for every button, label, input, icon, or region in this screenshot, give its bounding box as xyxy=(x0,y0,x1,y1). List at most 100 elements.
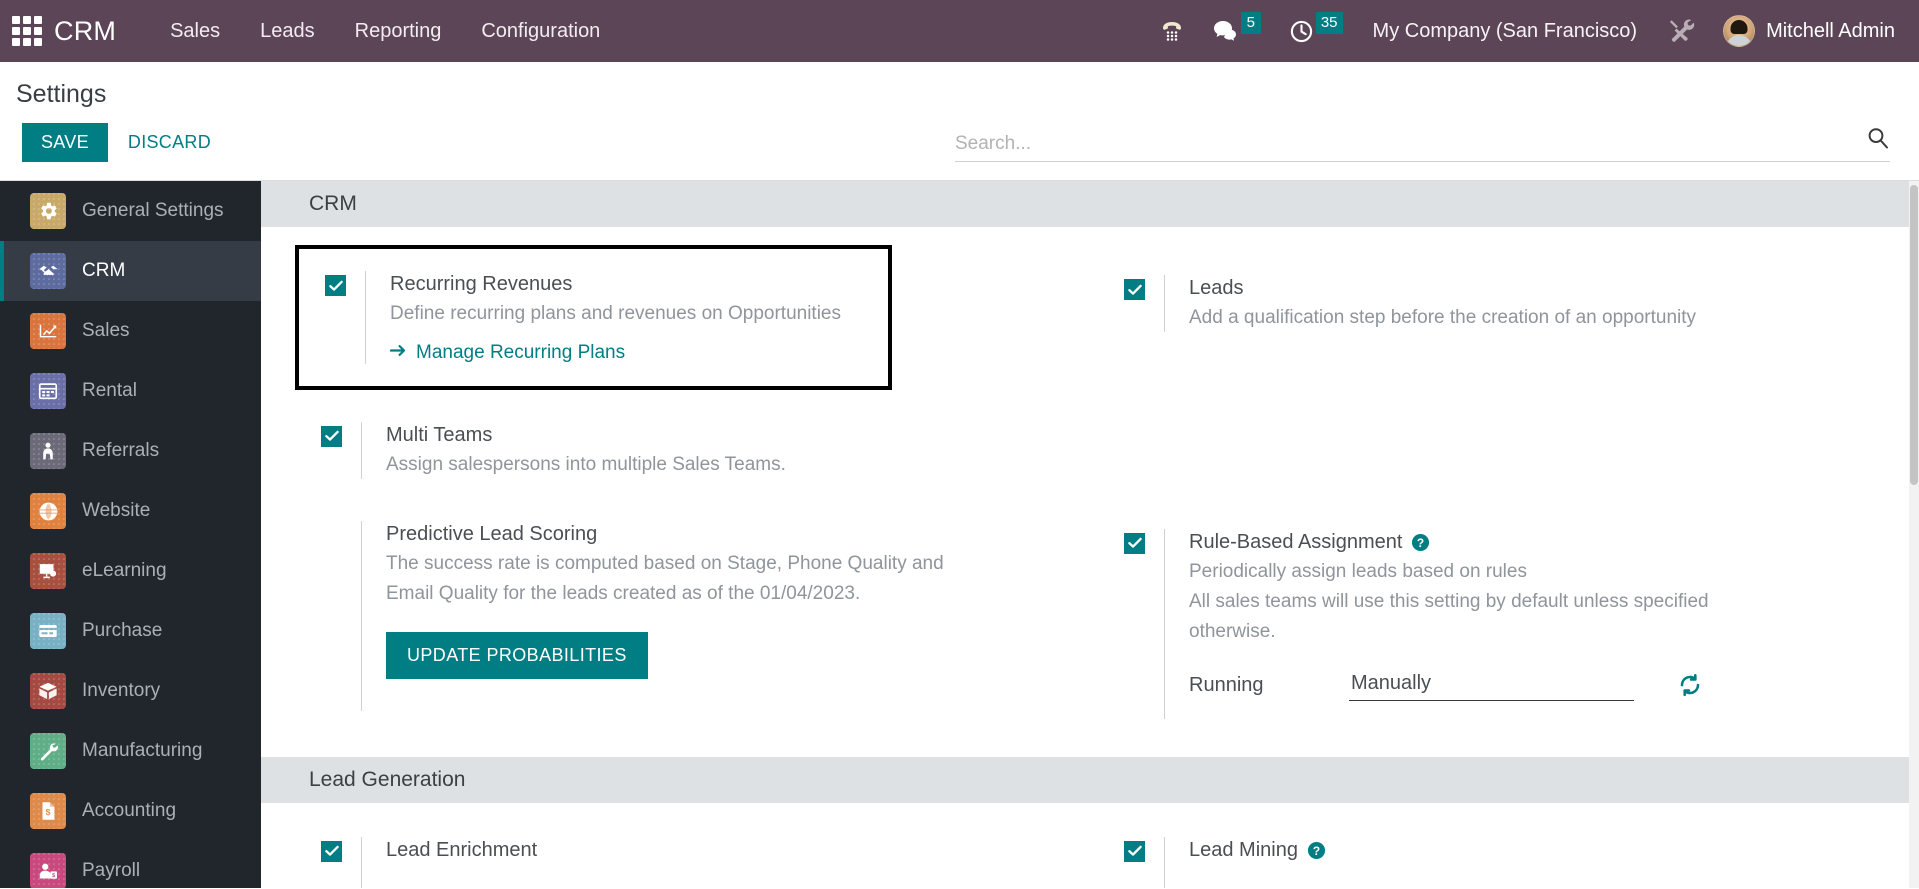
lead-generation-column-right: Lead Mining ? xyxy=(1090,831,1919,888)
crm-column-left: Recurring Revenues Define recurring plan… xyxy=(261,245,1090,725)
multi-teams-checkbox-cell xyxy=(309,422,361,447)
setting-multi-teams: Multi Teams Assign salespersons into mul… xyxy=(309,416,1060,485)
setting-lead-mining: Lead Mining ? xyxy=(1112,831,1889,888)
lead-enrichment-title: Lead Enrichment xyxy=(386,838,538,861)
sidebar-item-general-settings[interactable]: General Settings xyxy=(0,181,261,241)
tools-wrench-icon[interactable] xyxy=(1653,0,1709,62)
messages-icon[interactable]: 5 xyxy=(1199,0,1275,62)
sidebar-item-payroll[interactable]: $ Payroll xyxy=(0,841,261,888)
sidebar-item-website[interactable]: Website xyxy=(0,481,261,541)
manage-recurring-plans-label: Manage Recurring Plans xyxy=(416,341,626,363)
leads-checkbox[interactable] xyxy=(1124,279,1145,300)
navbar-right-group: 5 35 My Company (San Francisco) Mitchell… xyxy=(1145,0,1901,62)
divider xyxy=(361,421,362,479)
rule-based-assignment-description-line2: All sales teams will use this setting by… xyxy=(1189,590,1709,612)
predictive-lead-scoring-text: Predictive Lead Scoring The success rate… xyxy=(386,521,1060,679)
company-switcher[interactable]: My Company (San Francisco) xyxy=(1357,20,1654,43)
messages-badge: 5 xyxy=(1240,12,1261,34)
predictive-lead-scoring-title: Predictive Lead Scoring xyxy=(386,522,598,545)
scrollbar-thumb[interactable] xyxy=(1910,185,1918,485)
sidebar-item-label: Sales xyxy=(82,320,130,341)
leads-description: Add a qualification step before the crea… xyxy=(1189,307,1697,328)
sidebar-item-label: Purchase xyxy=(82,620,163,641)
question-mark-icon[interactable]: ? xyxy=(1411,533,1430,552)
rule-based-assignment-checkbox-cell xyxy=(1112,529,1164,554)
scrollbar-track[interactable] xyxy=(1909,181,1919,888)
setting-lead-enrichment: Lead Enrichment xyxy=(309,831,1060,888)
sidebar-item-purchase[interactable]: Purchase xyxy=(0,601,261,661)
sidebar-item-referrals[interactable]: Referrals xyxy=(0,421,261,481)
sidebar-item-inventory[interactable]: Inventory xyxy=(0,661,261,721)
running-field-row: Running xyxy=(1189,669,1889,701)
recurring-revenues-description: Define recurring plans and revenues on O… xyxy=(390,303,841,324)
lead-mining-checkbox[interactable] xyxy=(1124,840,1145,862)
menu-item-sales[interactable]: Sales xyxy=(150,10,240,53)
sidebar-item-label: Rental xyxy=(82,380,137,401)
handshake-icon xyxy=(30,253,66,289)
discard-button[interactable]: DISCARD xyxy=(114,123,225,162)
manage-recurring-plans-link[interactable]: Manage Recurring Plans xyxy=(389,341,626,364)
sidebar-item-rental[interactable]: Rental xyxy=(0,361,261,421)
sidebar-item-manufacturing[interactable]: Manufacturing xyxy=(0,721,261,781)
divider xyxy=(1164,836,1165,888)
voip-dialpad-icon[interactable] xyxy=(1145,0,1199,62)
menu-item-leads[interactable]: Leads xyxy=(240,10,335,53)
divider xyxy=(361,836,362,888)
recurring-revenues-checkbox-cell xyxy=(313,271,365,296)
setting-leads: Leads Add a qualification step before th… xyxy=(1112,269,1889,338)
rule-based-assignment-title: Rule-Based Assignment ? xyxy=(1189,529,1889,556)
rule-based-assignment-text: Rule-Based Assignment ? Periodically ass… xyxy=(1189,529,1889,701)
setting-rule-based-assignment: Rule-Based Assignment ? Periodically ass… xyxy=(1112,523,1889,725)
user-name: Mitchell Admin xyxy=(1766,19,1895,42)
magnifier-icon[interactable] xyxy=(1856,126,1890,155)
apps-grid-icon[interactable] xyxy=(10,14,44,48)
rule-based-assignment-label: Rule-Based Assignment xyxy=(1189,530,1403,553)
section-header-lead-generation: Lead Generation xyxy=(261,756,1919,803)
activities-clock-icon[interactable]: 35 xyxy=(1275,0,1357,62)
recurring-revenues-text: Recurring Revenues Define recurring plan… xyxy=(389,271,870,364)
presentation-icon xyxy=(30,553,66,589)
sidebar-item-label: Referrals xyxy=(82,440,160,461)
menu-item-configuration[interactable]: Configuration xyxy=(461,10,620,53)
avatar xyxy=(1723,15,1756,47)
person-gift-icon xyxy=(30,433,66,469)
predictive-lead-scoring-spacer xyxy=(309,521,361,525)
search-input[interactable] xyxy=(955,133,1856,155)
divider xyxy=(361,520,362,711)
wrench-icon xyxy=(30,733,66,769)
lead-enrichment-checkbox[interactable] xyxy=(321,840,342,862)
svg-text:$: $ xyxy=(52,873,55,879)
svg-text:$: $ xyxy=(46,807,51,817)
lead-generation-grid: Lead Enrichment Lead Mining ? xyxy=(261,803,1919,888)
settings-body: General Settings CRM Sales Rental Referr xyxy=(0,181,1919,888)
sidebar-item-crm[interactable]: CRM xyxy=(0,241,261,301)
sidebar-item-label: General Settings xyxy=(82,200,224,221)
sidebar-item-sales[interactable]: Sales xyxy=(0,301,261,361)
top-navbar: CRM Sales Leads Reporting Configuration … xyxy=(0,0,1919,62)
divider xyxy=(1164,275,1165,332)
multi-teams-title: Multi Teams xyxy=(386,423,493,446)
refresh-sync-icon[interactable] xyxy=(1678,673,1702,697)
lead-mining-checkbox-cell xyxy=(1112,837,1164,862)
recurring-revenues-checkbox[interactable] xyxy=(325,275,346,296)
question-mark-icon[interactable]: ? xyxy=(1307,841,1326,860)
leads-text: Leads Add a qualification step before th… xyxy=(1189,275,1889,332)
sidebar-item-label: Payroll xyxy=(82,860,141,881)
save-button[interactable]: SAVE xyxy=(22,123,108,162)
sidebar-item-label: Accounting xyxy=(82,800,177,821)
rule-based-assignment-checkbox[interactable] xyxy=(1124,532,1145,554)
credit-card-icon xyxy=(30,613,66,649)
menu-item-reporting[interactable]: Reporting xyxy=(335,10,462,53)
multi-teams-checkbox[interactable] xyxy=(321,425,342,447)
chart-line-icon xyxy=(30,313,66,349)
sidebar-item-accounting[interactable]: $ Accounting xyxy=(0,781,261,841)
app-brand-crm[interactable]: CRM xyxy=(54,16,116,47)
arrow-right-icon xyxy=(389,342,407,364)
running-mode-select[interactable] xyxy=(1349,669,1634,701)
update-probabilities-button[interactable]: UPDATE PROBABILITIES xyxy=(386,631,648,679)
predictive-lead-scoring-description-line2: Email Quality for the leads created as o… xyxy=(386,582,861,604)
user-menu[interactable]: Mitchell Admin xyxy=(1709,15,1901,47)
settings-sidebar: General Settings CRM Sales Rental Referr xyxy=(0,181,261,888)
calendar-icon xyxy=(30,373,66,409)
sidebar-item-elearning[interactable]: eLearning xyxy=(0,541,261,601)
